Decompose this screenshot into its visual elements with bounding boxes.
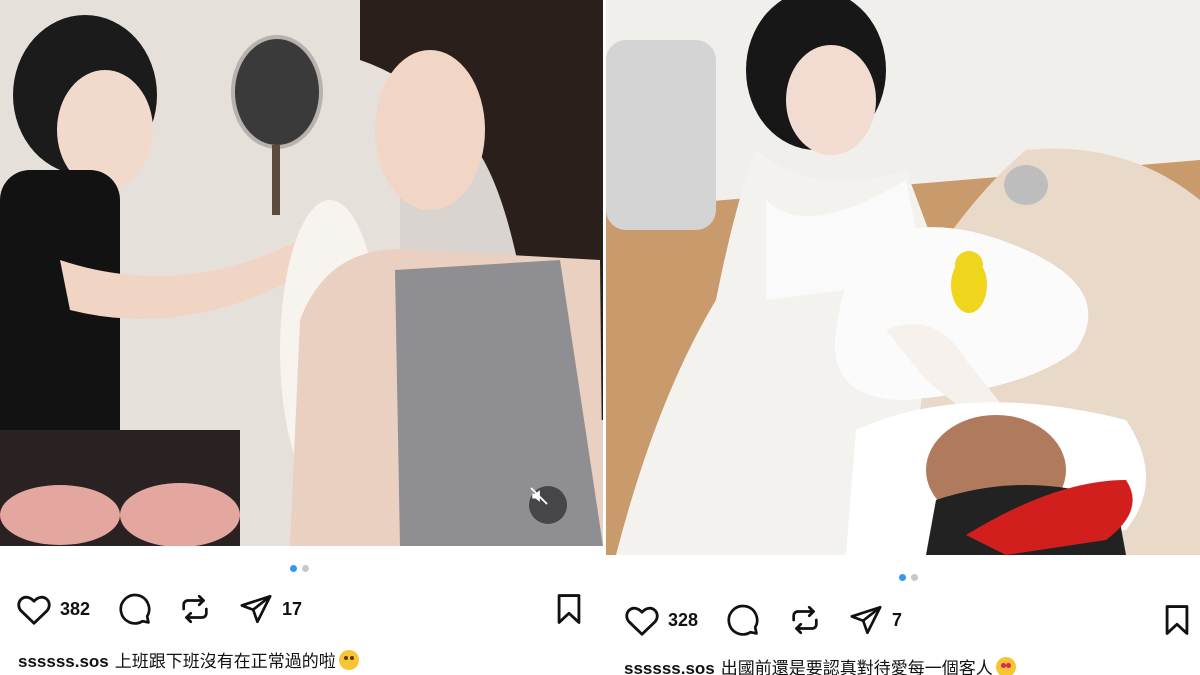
caption-text: 出國前還是要認真對待愛每一個客人 (720, 659, 993, 675)
bookmark-icon (1165, 605, 1189, 635)
post-left: 382 17 ssssss.sos 上班跟下班沒有在正常過的啦 (0, 0, 603, 675)
comment-button[interactable] (726, 602, 760, 638)
like-button[interactable]: 382 (16, 591, 90, 627)
heart-eyes-emoji-icon (995, 657, 1016, 675)
post-right: 328 7 ssssss.sos 出國前還是要認真對待愛每一個客人 (606, 0, 1200, 675)
caption-username[interactable]: ssssss.sos (624, 659, 715, 675)
share-button[interactable]: 17 (238, 591, 302, 627)
screen: 382 17 ssssss.sos 上班跟下班沒有在正常過的啦 328 7 ss… (0, 0, 1200, 675)
repost-button[interactable] (178, 591, 212, 627)
save-button[interactable] (1160, 602, 1194, 638)
post-caption: ssssss.sos 出國前還是要認真對待愛每一個客人 (624, 654, 1016, 675)
like-count: 328 (668, 609, 699, 630)
paper-plane-icon (240, 594, 272, 624)
carousel-dot-active (290, 565, 297, 572)
caption-text: 上班跟下班沒有在正常過的啦 (114, 652, 336, 671)
paper-plane-icon (850, 605, 882, 635)
heart-icon (17, 595, 51, 625)
rolling-on-floor-laughing-emoji-icon (338, 650, 359, 670)
carousel-indicator (290, 565, 309, 572)
bookmark-icon (557, 594, 581, 624)
image-illustration (606, 0, 1200, 555)
share-button[interactable]: 7 (848, 602, 902, 638)
comment-bubble-icon (727, 604, 759, 636)
carousel-indicator (899, 574, 918, 581)
like-button[interactable]: 328 (624, 602, 698, 638)
like-count: 382 (60, 598, 91, 619)
carousel-dot (911, 574, 918, 581)
repost-icon (182, 594, 208, 624)
post-actions-bar: 328 7 (606, 602, 1200, 638)
share-count: 17 (282, 598, 303, 619)
speaker-muted-icon (530, 487, 548, 505)
caption-username[interactable]: ssssss.sos (18, 652, 109, 671)
carousel-dot-active (899, 574, 906, 581)
mute-toggle-button[interactable] (529, 486, 567, 524)
share-count: 7 (892, 609, 903, 630)
post-actions-bar: 382 17 (0, 591, 603, 627)
comment-button[interactable] (118, 591, 152, 627)
carousel-dot (302, 565, 309, 572)
video-frame-illustration (0, 0, 603, 546)
post-media-video[interactable] (0, 0, 603, 546)
comment-bubble-icon (119, 593, 151, 625)
repost-button[interactable] (788, 602, 822, 638)
save-button[interactable] (552, 591, 586, 627)
post-media-image[interactable] (606, 0, 1200, 555)
repost-icon (792, 605, 818, 635)
post-caption: ssssss.sos 上班跟下班沒有在正常過的啦 (18, 647, 359, 672)
heart-icon (625, 606, 659, 636)
